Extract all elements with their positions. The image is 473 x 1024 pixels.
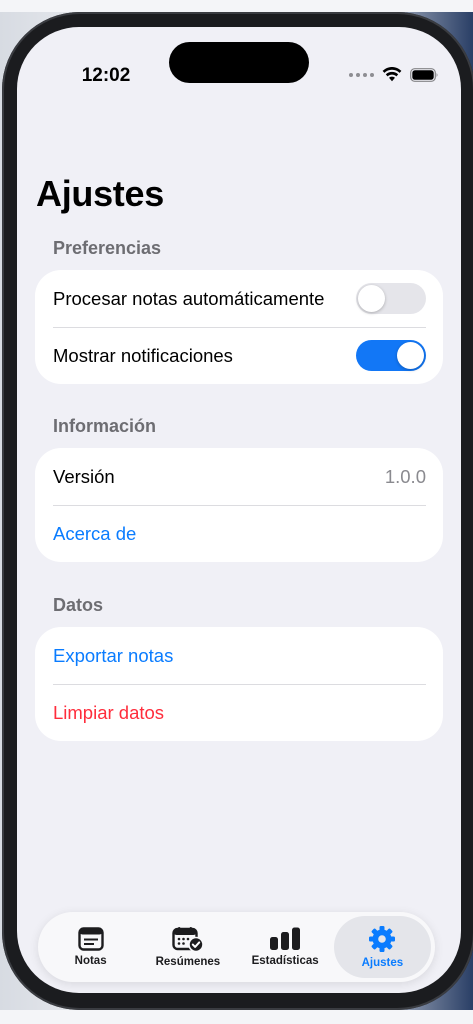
page-title: Ajustes bbox=[36, 173, 164, 214]
tab-resumenes[interactable]: Resúmenes bbox=[139, 916, 236, 978]
auto-process-toggle[interactable] bbox=[356, 283, 426, 314]
gear-icon bbox=[369, 926, 396, 952]
calendar-check-icon bbox=[172, 927, 204, 952]
bar-chart-icon bbox=[270, 927, 301, 950]
notifications-toggle[interactable] bbox=[356, 340, 426, 371]
preferences-group: Procesar notas automáticamente Mostrar n… bbox=[35, 270, 443, 384]
tab-label: Estadísticas bbox=[251, 955, 319, 967]
version-row: Versión 1.0.0 bbox=[35, 448, 443, 505]
notes-icon bbox=[77, 927, 104, 951]
tab-label: Ajustes bbox=[361, 957, 404, 969]
clear-row[interactable]: Limpiar datos bbox=[35, 684, 443, 741]
phone-screen: 12:02 Ajustes Preferencias Procesar nota bbox=[17, 27, 461, 993]
about-link[interactable]: Acerca de bbox=[53, 523, 426, 545]
export-row[interactable]: Exportar notas bbox=[35, 627, 443, 684]
tab-label: Notas bbox=[74, 955, 107, 967]
tab-bar: Notas Resúmenes Estadísticas Ajustes bbox=[38, 912, 435, 982]
notifications-label: Mostrar notificaciones bbox=[53, 344, 233, 366]
export-notes-button[interactable]: Exportar notas bbox=[53, 645, 426, 667]
info-group: Versión 1.0.0 Acerca de bbox=[35, 448, 443, 562]
phone-frame: 12:02 Ajustes Preferencias Procesar nota bbox=[2, 12, 473, 1010]
about-row[interactable]: Acerca de bbox=[35, 505, 443, 562]
status-icons bbox=[349, 67, 439, 82]
dynamic-island bbox=[169, 42, 309, 83]
section-header-info: Información bbox=[53, 416, 157, 436]
tab-label: Resúmenes bbox=[155, 956, 221, 968]
toggle-knob bbox=[358, 285, 385, 312]
top-strip bbox=[0, 0, 473, 12]
clear-data-button[interactable]: Limpiar datos bbox=[53, 702, 426, 724]
auto-process-row: Procesar notas automáticamente bbox=[35, 270, 443, 327]
version-label: Versión bbox=[53, 465, 115, 487]
cellular-signal-icon bbox=[349, 72, 374, 77]
tab-ajustes[interactable]: Ajustes bbox=[333, 916, 431, 978]
section-header-preferences: Preferencias bbox=[53, 238, 162, 258]
wifi-icon bbox=[382, 67, 402, 82]
tab-notas[interactable]: Notas bbox=[42, 916, 139, 978]
bottom-strip bbox=[0, 1010, 473, 1024]
data-group: Exportar notas Limpiar datos bbox=[35, 627, 443, 741]
version-value: 1.0.0 bbox=[384, 465, 426, 487]
status-time: 12:02 bbox=[81, 65, 131, 86]
auto-process-label: Procesar notas automáticamente bbox=[53, 287, 325, 309]
battery-icon bbox=[410, 67, 438, 82]
notifications-row: Mostrar notificaciones bbox=[35, 327, 443, 384]
tab-estadisticas[interactable]: Estadísticas bbox=[237, 916, 334, 978]
section-header-data: Datos bbox=[53, 595, 104, 615]
toggle-knob bbox=[397, 342, 424, 369]
